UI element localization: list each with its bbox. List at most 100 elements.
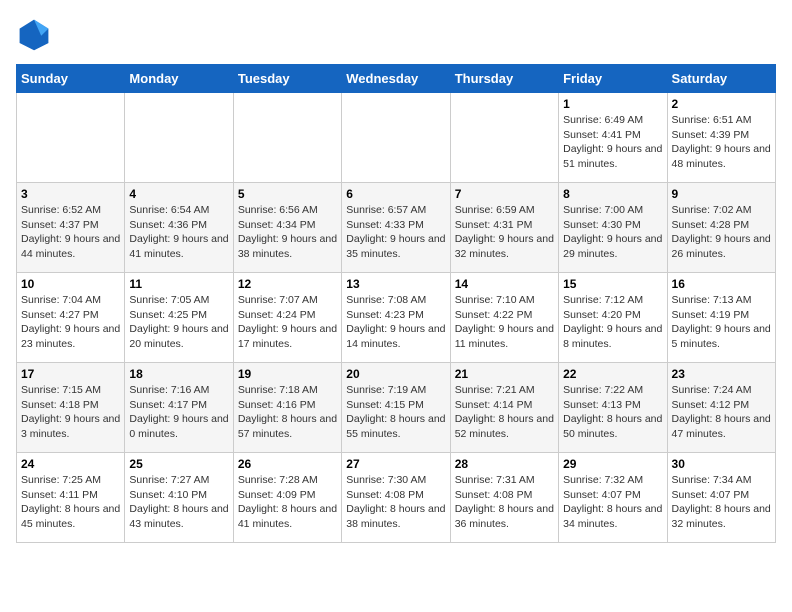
day-info: Sunrise: 6:56 AM Sunset: 4:34 PM Dayligh… (238, 203, 337, 262)
day-info: Sunrise: 7:16 AM Sunset: 4:17 PM Dayligh… (129, 383, 228, 442)
calendar-cell: 26 Sunrise: 7:28 AM Sunset: 4:09 PM Dayli… (233, 453, 341, 543)
calendar-cell: 21 Sunrise: 7:21 AM Sunset: 4:14 PM Dayli… (450, 363, 558, 453)
calendar-cell: 14Sunrise: 7:10 AM Sunset: 4:22 PM Dayli… (450, 273, 558, 363)
calendar-cell: 2 Sunrise: 6:51 AM Sunset: 4:39 PM Daylig… (667, 93, 775, 183)
day-info: Sunrise: 6:54 AM Sunset: 4:36 PM Dayligh… (129, 203, 228, 262)
day-info: Sunrise: 7:15 AM Sunset: 4:18 PM Dayligh… (21, 383, 120, 442)
page-header (16, 16, 776, 52)
calendar-cell: 3 Sunrise: 6:52 AM Sunset: 4:37 PM Daylig… (17, 183, 125, 273)
day-info: Sunrise: 7:07 AM Sunset: 4:24 PM Dayligh… (238, 293, 337, 352)
day-number: 18 (129, 367, 228, 381)
day-info: Sunrise: 7:00 AM Sunset: 4:30 PM Dayligh… (563, 203, 662, 262)
calendar-cell: 17 Sunrise: 7:15 AM Sunset: 4:18 PM Dayli… (17, 363, 125, 453)
day-info: Sunrise: 7:19 AM Sunset: 4:15 PM Dayligh… (346, 383, 445, 442)
calendar-cell: 25 Sunrise: 7:27 AM Sunset: 4:10 PM Dayli… (125, 453, 233, 543)
calendar-cell: 15Sunrise: 7:12 AM Sunset: 4:20 PM Dayli… (559, 273, 667, 363)
day-number: 12 (238, 277, 337, 291)
calendar-cell: 23 Sunrise: 7:24 AM Sunset: 4:12 PM Dayli… (667, 363, 775, 453)
day-number: 10 (21, 277, 120, 291)
calendar-table: SundayMondayTuesdayWednesdayThursdayFrid… (16, 64, 776, 543)
day-info: Sunrise: 6:51 AM Sunset: 4:39 PM Dayligh… (672, 113, 771, 172)
day-info: Sunrise: 7:18 AM Sunset: 4:16 PM Dayligh… (238, 383, 337, 442)
calendar-cell: 28 Sunrise: 7:31 AM Sunset: 4:08 PM Dayli… (450, 453, 558, 543)
day-of-week-header: Monday (125, 65, 233, 93)
calendar-cell: 4 Sunrise: 6:54 AM Sunset: 4:36 PM Daylig… (125, 183, 233, 273)
day-number: 6 (346, 187, 445, 201)
calendar-cell: 27 Sunrise: 7:30 AM Sunset: 4:08 PM Dayli… (342, 453, 450, 543)
day-number: 21 (455, 367, 554, 381)
day-number: 16 (672, 277, 771, 291)
day-info: Sunrise: 6:59 AM Sunset: 4:31 PM Dayligh… (455, 203, 554, 262)
day-number: 5 (238, 187, 337, 201)
day-number: 20 (346, 367, 445, 381)
day-number: 3 (21, 187, 120, 201)
calendar-cell (125, 93, 233, 183)
day-number: 27 (346, 457, 445, 471)
calendar-cell: 29 Sunrise: 7:32 AM Sunset: 4:07 PM Dayli… (559, 453, 667, 543)
calendar-cell: 10 Sunrise: 7:04 AM Sunset: 4:27 PM Dayli… (17, 273, 125, 363)
calendar-cell: 8 Sunrise: 7:00 AM Sunset: 4:30 PM Daylig… (559, 183, 667, 273)
calendar-cell (233, 93, 341, 183)
day-number: 7 (455, 187, 554, 201)
day-number: 15 (563, 277, 662, 291)
day-info: Sunrise: 6:49 AM Sunset: 4:41 PM Dayligh… (563, 113, 662, 172)
day-number: 26 (238, 457, 337, 471)
calendar-week-row: 3 Sunrise: 6:52 AM Sunset: 4:37 PM Daylig… (17, 183, 776, 273)
day-number: 14 (455, 277, 554, 291)
calendar-cell: 16 Sunrise: 7:13 AM Sunset: 4:19 PM Dayli… (667, 273, 775, 363)
day-info: Sunrise: 6:57 AM Sunset: 4:33 PM Dayligh… (346, 203, 445, 262)
day-info: Sunrise: 7:04 AM Sunset: 4:27 PM Dayligh… (21, 293, 120, 352)
calendar-week-row: 1 Sunrise: 6:49 AM Sunset: 4:41 PM Daylig… (17, 93, 776, 183)
calendar-cell: 22 Sunrise: 7:22 AM Sunset: 4:13 PM Dayli… (559, 363, 667, 453)
calendar-cell: 9Sunrise: 7:02 AM Sunset: 4:28 PM Daylig… (667, 183, 775, 273)
day-info: Sunrise: 7:25 AM Sunset: 4:11 PM Dayligh… (21, 473, 120, 532)
day-number: 8 (563, 187, 662, 201)
calendar-cell: 11 Sunrise: 7:05 AM Sunset: 4:25 PM Dayli… (125, 273, 233, 363)
day-number: 23 (672, 367, 771, 381)
day-number: 11 (129, 277, 228, 291)
calendar-cell: 1 Sunrise: 6:49 AM Sunset: 4:41 PM Daylig… (559, 93, 667, 183)
day-info: Sunrise: 7:21 AM Sunset: 4:14 PM Dayligh… (455, 383, 554, 442)
day-info: Sunrise: 7:22 AM Sunset: 4:13 PM Dayligh… (563, 383, 662, 442)
day-number: 1 (563, 97, 662, 111)
calendar-cell: 5 Sunrise: 6:56 AM Sunset: 4:34 PM Daylig… (233, 183, 341, 273)
calendar-cell (342, 93, 450, 183)
calendar-cell: 20 Sunrise: 7:19 AM Sunset: 4:15 PM Dayli… (342, 363, 450, 453)
day-info: Sunrise: 7:31 AM Sunset: 4:08 PM Dayligh… (455, 473, 554, 532)
day-number: 17 (21, 367, 120, 381)
day-of-week-header: Sunday (17, 65, 125, 93)
calendar-cell (17, 93, 125, 183)
day-of-week-header: Tuesday (233, 65, 341, 93)
day-number: 29 (563, 457, 662, 471)
day-info: Sunrise: 7:34 AM Sunset: 4:07 PM Dayligh… (672, 473, 771, 532)
day-number: 25 (129, 457, 228, 471)
day-info: Sunrise: 7:24 AM Sunset: 4:12 PM Dayligh… (672, 383, 771, 442)
calendar-cell: 7 Sunrise: 6:59 AM Sunset: 4:31 PM Daylig… (450, 183, 558, 273)
day-info: Sunrise: 7:32 AM Sunset: 4:07 PM Dayligh… (563, 473, 662, 532)
calendar-week-row: 10 Sunrise: 7:04 AM Sunset: 4:27 PM Dayli… (17, 273, 776, 363)
day-info: Sunrise: 7:13 AM Sunset: 4:19 PM Dayligh… (672, 293, 771, 352)
day-info: Sunrise: 6:52 AM Sunset: 4:37 PM Dayligh… (21, 203, 120, 262)
day-info: Sunrise: 7:08 AM Sunset: 4:23 PM Dayligh… (346, 293, 445, 352)
day-info: Sunrise: 7:27 AM Sunset: 4:10 PM Dayligh… (129, 473, 228, 532)
day-info: Sunrise: 7:30 AM Sunset: 4:08 PM Dayligh… (346, 473, 445, 532)
day-number: 2 (672, 97, 771, 111)
day-number: 28 (455, 457, 554, 471)
calendar-cell: 12 Sunrise: 7:07 AM Sunset: 4:24 PM Dayli… (233, 273, 341, 363)
day-of-week-header: Friday (559, 65, 667, 93)
calendar-cell: 6 Sunrise: 6:57 AM Sunset: 4:33 PM Daylig… (342, 183, 450, 273)
day-number: 4 (129, 187, 228, 201)
day-number: 22 (563, 367, 662, 381)
logo-icon (16, 16, 52, 52)
day-info: Sunrise: 7:28 AM Sunset: 4:09 PM Dayligh… (238, 473, 337, 532)
day-of-week-header: Saturday (667, 65, 775, 93)
calendar-header-row: SundayMondayTuesdayWednesdayThursdayFrid… (17, 65, 776, 93)
calendar-cell: 13 Sunrise: 7:08 AM Sunset: 4:23 PM Dayli… (342, 273, 450, 363)
day-info: Sunrise: 7:05 AM Sunset: 4:25 PM Dayligh… (129, 293, 228, 352)
logo (16, 16, 58, 52)
day-number: 24 (21, 457, 120, 471)
calendar-cell: 30Sunrise: 7:34 AM Sunset: 4:07 PM Dayli… (667, 453, 775, 543)
day-number: 13 (346, 277, 445, 291)
calendar-cell: 24 Sunrise: 7:25 AM Sunset: 4:11 PM Dayli… (17, 453, 125, 543)
day-info: Sunrise: 7:02 AM Sunset: 4:28 PM Dayligh… (672, 203, 771, 262)
